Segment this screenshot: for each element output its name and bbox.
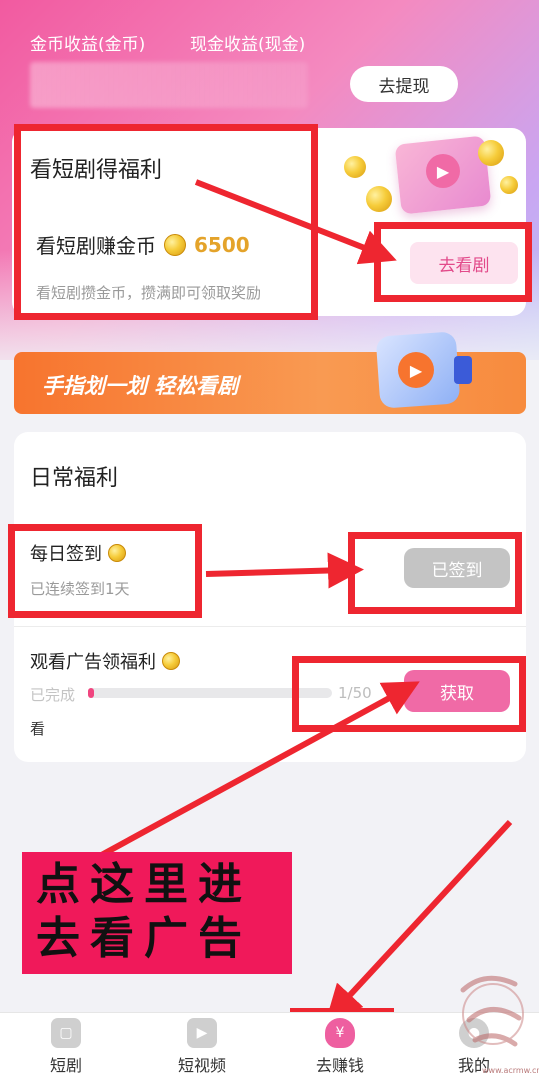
coin-icon <box>162 652 180 670</box>
ad-title-row: 观看广告领福利 <box>30 648 180 674</box>
ad-progress-fill <box>88 688 94 698</box>
nav-label: 短视频 <box>177 1056 226 1075</box>
withdraw-button[interactable]: 去提现 <box>350 66 458 102</box>
deco-coin-icon <box>366 186 392 212</box>
callout-line-1: 点这里进 <box>36 859 252 910</box>
highlight-box-checkin <box>8 524 202 618</box>
banner-text: 手指划一划 轻松看剧 <box>42 374 239 398</box>
nav-label: 短剧 <box>49 1056 82 1075</box>
nav-item-short-video[interactable]: ▶ 短视频 <box>162 1018 242 1076</box>
deco-coin-icon <box>344 156 366 178</box>
play-icon: ▶ <box>398 352 434 388</box>
watermark-text: www.acrmw.cn <box>482 1066 539 1075</box>
ad-completed-label: 已完成 <box>30 686 76 704</box>
callout-box: 点这里进 去看广告 <box>22 852 292 974</box>
watermark-logo <box>460 975 524 1047</box>
drama-icon: ▢ <box>51 1018 81 1048</box>
blurred-balance <box>30 62 308 108</box>
tab-coin-income[interactable]: 金币收益(金币) <box>30 30 145 55</box>
ad-reward-title: 观看广告领福利 <box>30 652 156 673</box>
nav-item-drama[interactable]: ▢ 短剧 <box>26 1018 106 1076</box>
nav-label: 去赚钱 <box>315 1056 364 1075</box>
daily-welfare-title: 日常福利 <box>30 466 119 491</box>
callout-line-2: 去看广告 <box>36 913 252 964</box>
play-icon: ▶ <box>426 154 460 188</box>
video-icon: ▶ <box>187 1018 217 1048</box>
deco-coin-icon <box>500 176 518 194</box>
highlight-box-watch-button <box>374 222 532 302</box>
highlight-box-get-button <box>292 656 526 732</box>
highlight-box-drama <box>14 124 318 320</box>
deco-coin-icon <box>478 140 504 166</box>
divider <box>14 626 526 627</box>
camera-lens-icon <box>454 356 472 384</box>
money-bag-icon: ¥ <box>325 1018 355 1048</box>
tab-cash-income[interactable]: 现金收益(现金) <box>190 30 305 55</box>
highlight-box-signed-button <box>348 532 522 614</box>
nav-item-earn[interactable]: ¥ 去赚钱 <box>300 1018 380 1076</box>
ad-extra-text: 看 <box>30 720 46 738</box>
